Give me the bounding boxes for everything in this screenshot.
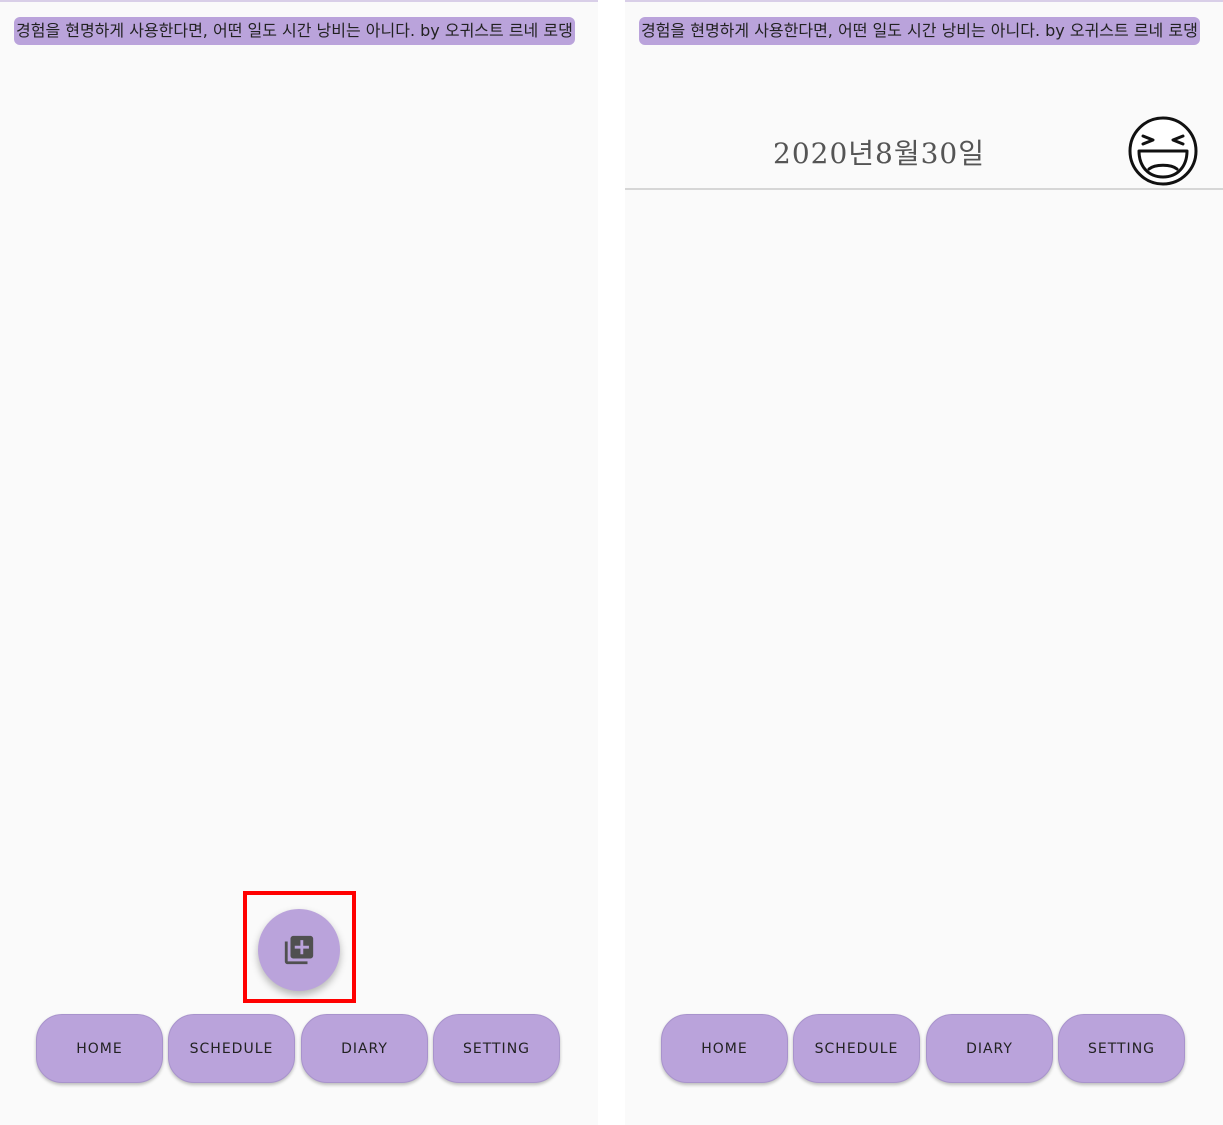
- nav-home-button[interactable]: HOME: [661, 1014, 788, 1083]
- diary-entry-row[interactable]: 2020년8월30일: [625, 112, 1223, 190]
- nav-home-button[interactable]: HOME: [36, 1014, 163, 1083]
- nav-diary-button[interactable]: DIARY: [926, 1014, 1053, 1083]
- quote-banner: 경험을 현명하게 사용한다면, 어떤 일도 시간 낭비는 아니다. by 오귀스…: [14, 17, 575, 45]
- nav-schedule-button[interactable]: SCHEDULE: [793, 1014, 920, 1083]
- nav-diary-button[interactable]: DIARY: [301, 1014, 428, 1083]
- screen-right: 경험을 현명하게 사용한다면, 어떤 일도 시간 낭비는 아니다. by 오귀스…: [625, 0, 1223, 1125]
- nav-setting-button[interactable]: SETTING: [433, 1014, 560, 1083]
- bottom-nav: HOME SCHEDULE DIARY SETTING: [36, 1014, 562, 1084]
- nav-setting-button[interactable]: SETTING: [1058, 1014, 1185, 1083]
- screen-left: 경험을 현명하게 사용한다면, 어떤 일도 시간 낭비는 아니다. by 오귀스…: [0, 0, 598, 1125]
- nav-schedule-button[interactable]: SCHEDULE: [168, 1014, 295, 1083]
- bottom-nav: HOME SCHEDULE DIARY SETTING: [661, 1014, 1187, 1084]
- add-diary-button[interactable]: [258, 909, 340, 991]
- quote-banner: 경험을 현명하게 사용한다면, 어떤 일도 시간 낭비는 아니다. by 오귀스…: [639, 17, 1200, 45]
- laughing-face-icon[interactable]: [1127, 115, 1199, 187]
- add-to-library-icon: [284, 935, 314, 965]
- diary-date: 2020년8월30일: [773, 137, 985, 170]
